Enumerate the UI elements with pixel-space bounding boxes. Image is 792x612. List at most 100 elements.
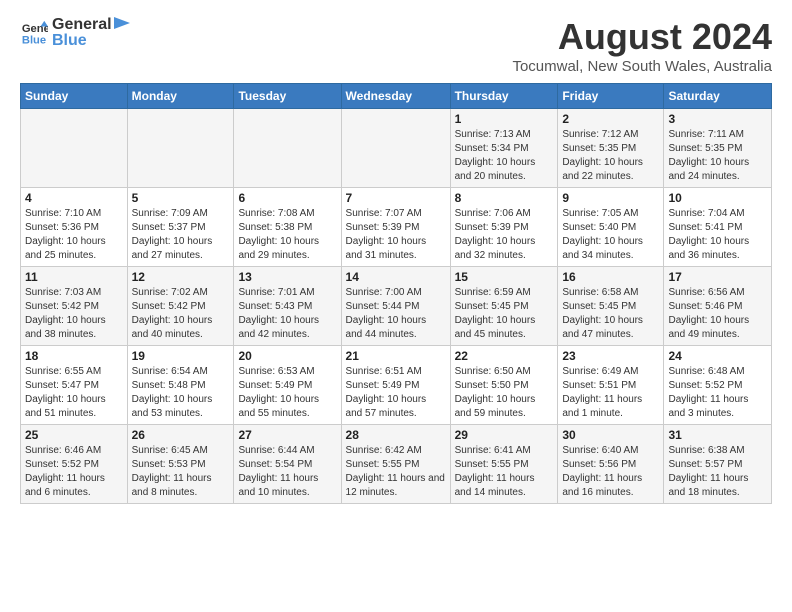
day-cell [234, 109, 341, 188]
day-info: Sunrise: 6:50 AMSunset: 5:50 PMDaylight:… [455, 365, 554, 421]
day-number: 12 [132, 270, 230, 284]
day-info: Sunrise: 7:12 AMSunset: 5:35 PMDaylight:… [562, 128, 659, 184]
week-row-3: 11Sunrise: 7:03 AMSunset: 5:42 PMDayligh… [21, 267, 772, 346]
svg-text:Blue: Blue [22, 34, 46, 46]
day-cell: 24Sunrise: 6:48 AMSunset: 5:52 PMDayligh… [664, 346, 772, 425]
day-number: 6 [238, 191, 336, 205]
day-number: 29 [455, 428, 554, 442]
col-header-thursday: Thursday [450, 84, 558, 109]
day-info: Sunrise: 6:45 AMSunset: 5:53 PMDaylight:… [132, 444, 230, 500]
day-cell: 18Sunrise: 6:55 AMSunset: 5:47 PMDayligh… [21, 346, 128, 425]
day-cell: 20 Sunrise: 6:53 AMSunset: 5:49 PMDayligh… [234, 346, 341, 425]
day-info: Sunrise: 7:02 AMSunset: 5:42 PMDaylight:… [132, 286, 230, 342]
week-row-1: 1 Sunrise: 7:13 AMSunset: 5:34 PMDaylight… [21, 109, 772, 188]
day-cell: 12 Sunrise: 7:02 AMSunset: 5:42 PMDayligh… [127, 267, 234, 346]
day-number: 21 [346, 349, 446, 363]
day-cell: 10 Sunrise: 7:04 AMSunset: 5:41 PMDayligh… [664, 188, 772, 267]
day-number: 3 [668, 112, 767, 126]
day-number: 17 [668, 270, 767, 284]
day-info: Sunrise: 6:54 AMSunset: 5:48 PMDaylight:… [132, 365, 230, 421]
day-number: 9 [562, 191, 659, 205]
day-info: Sunrise: 7:00 AMSunset: 5:44 PMDaylight:… [346, 286, 446, 342]
day-cell: 16Sunrise: 6:58 AMSunset: 5:45 PMDayligh… [558, 267, 664, 346]
day-cell: 11Sunrise: 7:03 AMSunset: 5:42 PMDayligh… [21, 267, 128, 346]
day-info: Sunrise: 6:41 AMSunset: 5:55 PMDaylight:… [455, 444, 554, 500]
day-number: 27 [238, 428, 336, 442]
day-info: Sunrise: 6:49 AMSunset: 5:51 PMDaylight:… [562, 365, 659, 421]
day-info: Sunrise: 7:06 AMSunset: 5:39 PMDaylight:… [455, 207, 554, 263]
week-row-2: 4Sunrise: 7:10 AMSunset: 5:36 PMDaylight… [21, 188, 772, 267]
day-cell: 19 Sunrise: 6:54 AMSunset: 5:48 PMDayligh… [127, 346, 234, 425]
day-number: 20 [238, 349, 336, 363]
day-info: Sunrise: 7:11 AMSunset: 5:35 PMDaylight:… [668, 128, 767, 184]
day-cell: 3 Sunrise: 7:11 AMSunset: 5:35 PMDaylight… [664, 109, 772, 188]
day-number: 19 [132, 349, 230, 363]
calendar-table: SundayMondayTuesdayWednesdayThursdayFrid… [20, 83, 772, 504]
day-number: 10 [668, 191, 767, 205]
day-cell [127, 109, 234, 188]
day-cell: 14 Sunrise: 7:00 AMSunset: 5:44 PMDayligh… [341, 267, 450, 346]
day-number: 23 [562, 349, 659, 363]
col-header-wednesday: Wednesday [341, 84, 450, 109]
day-info: Sunrise: 7:07 AMSunset: 5:39 PMDaylight:… [346, 207, 446, 263]
day-info: Sunrise: 6:59 AMSunset: 5:45 PMDaylight:… [455, 286, 554, 342]
day-cell: 27 Sunrise: 6:44 AMSunset: 5:54 PMDayligh… [234, 425, 341, 504]
day-number: 18 [25, 349, 123, 363]
day-cell: 23 Sunrise: 6:49 AMSunset: 5:51 PMDayligh… [558, 346, 664, 425]
header: General Blue General Blue August 2024 To… [20, 16, 772, 75]
col-header-sunday: Sunday [21, 84, 128, 109]
logo-icon: General Blue [20, 19, 48, 47]
day-cell: 2Sunrise: 7:12 AMSunset: 5:35 PMDaylight… [558, 109, 664, 188]
day-info: Sunrise: 6:48 AMSunset: 5:52 PMDaylight:… [668, 365, 767, 421]
logo-text-blue: Blue [52, 32, 130, 50]
day-cell: 9 Sunrise: 7:05 AMSunset: 5:40 PMDaylight… [558, 188, 664, 267]
day-info: Sunrise: 7:05 AMSunset: 5:40 PMDaylight:… [562, 207, 659, 263]
day-number: 28 [346, 428, 446, 442]
day-number: 8 [455, 191, 554, 205]
title-area: August 2024 Tocumwal, New South Wales, A… [512, 16, 772, 75]
day-info: Sunrise: 6:46 AMSunset: 5:52 PMDaylight:… [25, 444, 123, 500]
day-info: Sunrise: 7:13 AMSunset: 5:34 PMDaylight:… [455, 128, 554, 184]
logo-arrow-icon [114, 17, 130, 29]
day-number: 26 [132, 428, 230, 442]
col-header-saturday: Saturday [664, 84, 772, 109]
col-header-friday: Friday [558, 84, 664, 109]
day-number: 5 [132, 191, 230, 205]
day-number: 22 [455, 349, 554, 363]
day-info: Sunrise: 7:08 AMSunset: 5:38 PMDaylight:… [238, 207, 336, 263]
day-number: 31 [668, 428, 767, 442]
day-info: Sunrise: 7:01 AMSunset: 5:43 PMDaylight:… [238, 286, 336, 342]
logo: General Blue General Blue [20, 16, 130, 50]
day-info: Sunrise: 7:03 AMSunset: 5:42 PMDaylight:… [25, 286, 123, 342]
day-info: Sunrise: 6:51 AMSunset: 5:49 PMDaylight:… [346, 365, 446, 421]
day-info: Sunrise: 6:56 AMSunset: 5:46 PMDaylight:… [668, 286, 767, 342]
col-header-tuesday: Tuesday [234, 84, 341, 109]
day-cell: 6 Sunrise: 7:08 AMSunset: 5:38 PMDaylight… [234, 188, 341, 267]
day-cell: 21 Sunrise: 6:51 AMSunset: 5:49 PMDayligh… [341, 346, 450, 425]
day-cell: 7 Sunrise: 7:07 AMSunset: 5:39 PMDaylight… [341, 188, 450, 267]
day-number: 7 [346, 191, 446, 205]
header-row: SundayMondayTuesdayWednesdayThursdayFrid… [21, 84, 772, 109]
week-row-4: 18Sunrise: 6:55 AMSunset: 5:47 PMDayligh… [21, 346, 772, 425]
day-number: 25 [25, 428, 123, 442]
day-info: Sunrise: 7:04 AMSunset: 5:41 PMDaylight:… [668, 207, 767, 263]
day-info: Sunrise: 7:09 AMSunset: 5:37 PMDaylight:… [132, 207, 230, 263]
day-info: Sunrise: 6:58 AMSunset: 5:45 PMDaylight:… [562, 286, 659, 342]
day-info: Sunrise: 6:53 AMSunset: 5:49 PMDaylight:… [238, 365, 336, 421]
day-cell: 25 Sunrise: 6:46 AMSunset: 5:52 PMDayligh… [21, 425, 128, 504]
day-cell: 4Sunrise: 7:10 AMSunset: 5:36 PMDaylight… [21, 188, 128, 267]
day-cell: 15Sunrise: 6:59 AMSunset: 5:45 PMDayligh… [450, 267, 558, 346]
main-title: August 2024 [512, 16, 772, 58]
sub-title: Tocumwal, New South Wales, Australia [512, 58, 772, 75]
day-number: 30 [562, 428, 659, 442]
col-header-monday: Monday [127, 84, 234, 109]
week-row-5: 25 Sunrise: 6:46 AMSunset: 5:52 PMDayligh… [21, 425, 772, 504]
day-number: 14 [346, 270, 446, 284]
day-cell: 28 Sunrise: 6:42 AMSunset: 5:55 PMDayligh… [341, 425, 450, 504]
day-cell [341, 109, 450, 188]
day-info: Sunrise: 6:42 AMSunset: 5:55 PMDaylight:… [346, 444, 446, 500]
day-cell: 30Sunrise: 6:40 AMSunset: 5:56 PMDayligh… [558, 425, 664, 504]
day-info: Sunrise: 6:44 AMSunset: 5:54 PMDaylight:… [238, 444, 336, 500]
day-cell: 17 Sunrise: 6:56 AMSunset: 5:46 PMDayligh… [664, 267, 772, 346]
day-number: 1 [455, 112, 554, 126]
